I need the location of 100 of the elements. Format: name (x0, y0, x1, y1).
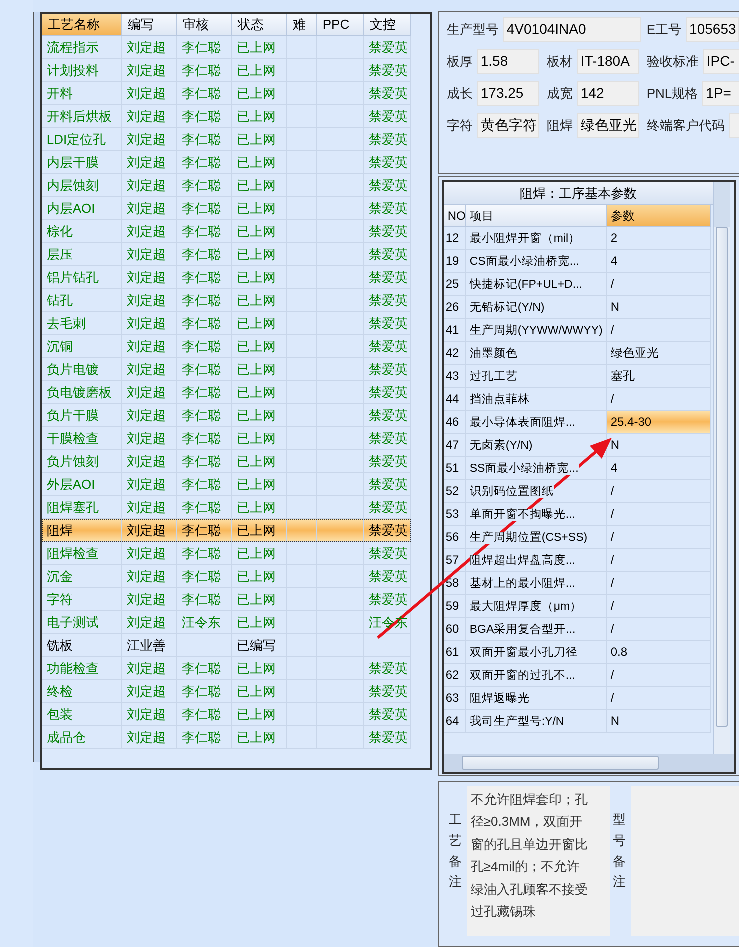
grid-row[interactable]: 电子测试 刘定超 汪令东 已上网 汪令东 (42, 611, 411, 634)
grid-row[interactable]: 功能检查 刘定超 李仁聪 已上网 禁爱英 (42, 657, 411, 680)
param-value[interactable]: 0.8 (606, 641, 711, 664)
column-header[interactable]: 文控 (364, 14, 411, 36)
grid-cell: 棕化 (46, 224, 73, 239)
column-header[interactable]: 工艺名称 (42, 14, 122, 36)
param-name: 阻焊返曝光 (470, 693, 530, 706)
param-value[interactable]: 25.4-30 (606, 411, 711, 434)
param-value[interactable]: N (606, 710, 711, 734)
column-header[interactable]: 参数 (606, 205, 711, 228)
param-value[interactable]: 塞孔 (606, 365, 711, 388)
grid-row[interactable]: 开料 刘定超 李仁聪 已上网 禁爱英 (42, 82, 411, 105)
text-field[interactable]: 105653 (686, 17, 739, 42)
grid-cell: 刘定超 (126, 615, 166, 630)
note-field[interactable]: 不允许阻焊套印；孔径≥0.3MM，双面开窗的孔且单边开窗比孔≥4mil的；不允许绿油入孔顾客不接受过孔藏锡珠 (466, 786, 610, 936)
grid-row[interactable]: LDI定位孔 刘定超 李仁聪 已上网 禁爱英 (42, 128, 411, 151)
grid-row[interactable]: 阻焊 刘定超 李仁聪 已上网 禁爱英 (42, 519, 411, 542)
param-value[interactable]: / (606, 480, 711, 504)
grid-cell: 已上网 (236, 362, 276, 377)
text-field[interactable]: 1P= (702, 81, 739, 106)
column-header[interactable]: 审核 (176, 14, 232, 36)
text-field[interactable]: IPC- (702, 49, 739, 74)
grid-row[interactable]: 负片蚀刻 刘定超 李仁聪 已上网 禁爱英 (42, 450, 411, 473)
grid-row[interactable]: 阻焊检查 刘定超 李仁聪 已上网 禁爱英 (42, 542, 411, 565)
grid-cell: 刘定超 (126, 40, 166, 55)
param-value[interactable]: / (606, 503, 711, 526)
grid-row[interactable]: 包装 刘定超 李仁聪 已上网 禁爱英 (42, 703, 411, 726)
text-field[interactable]: 1.58 (476, 49, 539, 74)
note-label: 型号备注 (612, 810, 626, 892)
column-header[interactable]: 项目 (466, 205, 607, 228)
column-header[interactable]: 编写 (122, 14, 177, 36)
grid-row[interactable]: 负片干膜 刘定超 李仁聪 已上网 禁爱英 (42, 404, 411, 427)
text-field[interactable]: 绿色亚光 (576, 113, 639, 138)
grid-cell: 刘定超 (126, 362, 166, 377)
grid-cell: 已上网 (236, 224, 276, 239)
grid-row[interactable]: 内层蚀刻 刘定超 李仁聪 已上网 禁爱英 (42, 174, 411, 197)
param-value[interactable]: / (606, 664, 711, 688)
grid-cell: 禁爱英 (368, 247, 408, 262)
grid-cell: 沉铜 (46, 339, 73, 354)
param-value[interactable]: / (606, 572, 711, 596)
param-value[interactable]: 2 (606, 227, 711, 250)
grid-row[interactable]: 终检 刘定超 李仁聪 已上网 禁爱英 (42, 680, 411, 703)
horizontal-scrollbar[interactable] (444, 754, 734, 772)
param-value[interactable]: / (606, 273, 711, 296)
grid-row[interactable]: 棕化 刘定超 李仁聪 已上网 禁爱英 (42, 220, 411, 243)
grid-cell: 已上网 (236, 431, 276, 446)
grid-cell: 已上网 (236, 661, 276, 676)
grid-row[interactable]: 负电镀磨板 刘定超 李仁聪 已上网 禁爱英 (42, 381, 411, 404)
grid-row[interactable]: 外层AOI 刘定超 李仁聪 已上网 禁爱英 (42, 473, 411, 496)
grid-row[interactable]: 负片电镀 刘定超 李仁聪 已上网 禁爱英 (42, 358, 411, 381)
grid-cell: 已上网 (236, 500, 276, 515)
param-value[interactable]: 4 (606, 250, 711, 274)
grid-cell: 李仁聪 (182, 132, 221, 147)
grid-row[interactable]: 层压 刘定超 李仁聪 已上网 禁爱英 (42, 243, 411, 266)
grid-cell: 李仁聪 (182, 408, 221, 423)
grid-row[interactable]: 流程指示 刘定超 李仁聪 已上网 禁爱英 (42, 36, 411, 59)
row-number: 25 (446, 277, 460, 292)
grid-cell: 刘定超 (126, 454, 166, 469)
text-field[interactable]: 4V0104INA0 (502, 17, 641, 42)
grid-row[interactable]: 计划投料 刘定超 李仁聪 已上网 禁爱英 (42, 59, 411, 82)
param-value[interactable]: / (606, 595, 711, 618)
param-value[interactable]: 4 (606, 457, 711, 480)
param-name: 过孔工艺 (470, 371, 518, 384)
grid-cell: 已上网 (236, 293, 276, 308)
column-header[interactable]: 难 (286, 14, 317, 36)
text-field[interactable]: 142 (576, 81, 639, 106)
grid-row[interactable]: 字符 刘定超 李仁聪 已上网 禁爱英 (42, 588, 411, 611)
row-number: 60 (446, 622, 460, 636)
grid-cell: 刘定超 (126, 385, 166, 400)
text-field[interactable]: 黄色字符 (476, 113, 539, 138)
param-value[interactable]: / (606, 687, 711, 710)
param-value[interactable]: / (606, 549, 711, 572)
param-value[interactable]: / (606, 526, 711, 550)
text-field[interactable]: 173.25 (476, 81, 539, 106)
grid-row[interactable]: 钻孔 刘定超 李仁聪 已上网 禁爱英 (42, 289, 411, 312)
grid-cell: 禁爱英 (368, 408, 408, 423)
param-value[interactable]: / (606, 618, 711, 642)
text-field[interactable]: IT-180A (576, 49, 639, 74)
grid-row[interactable]: 干膜检查 刘定超 李仁聪 已上网 禁爱英 (42, 427, 411, 450)
grid-row[interactable]: 去毛刺 刘定超 李仁聪 已上网 禁爱英 (42, 312, 411, 335)
field-label: 阻焊 (546, 117, 573, 136)
grid-row[interactable]: 铣板 江业善 已编写 (42, 634, 411, 657)
param-value[interactable]: 绿色亚光 (606, 342, 711, 366)
grid-row[interactable]: 成品仓 刘定超 李仁聪 已上网 禁爱英 (42, 726, 411, 749)
grid-cell: 禁爱英 (368, 155, 408, 170)
grid-row[interactable]: 沉铜 刘定超 李仁聪 已上网 禁爱英 (42, 335, 411, 358)
param-name: 快捷标记(FP+UL+D... (470, 279, 582, 292)
grid-row[interactable]: 内层AOI 刘定超 李仁聪 已上网 禁爱英 (42, 197, 411, 220)
grid-row[interactable]: 开料后烘板 刘定超 李仁聪 已上网 禁爱英 (42, 105, 411, 128)
vertical-scrollbar[interactable] (712, 182, 730, 754)
grid-row[interactable]: 沉金 刘定超 李仁聪 已上网 禁爱英 (42, 565, 411, 588)
param-value[interactable]: / (606, 319, 711, 342)
grid-row[interactable]: 内层干膜 刘定超 李仁聪 已上网 禁爱英 (42, 151, 411, 174)
column-header[interactable]: NO (444, 205, 466, 228)
grid-row[interactable]: 铝片钻孔 刘定超 李仁聪 已上网 禁爱英 (42, 266, 411, 289)
grid-cell: 李仁聪 (182, 477, 221, 492)
param-name: 单面开窗不掏曝光... (470, 509, 576, 522)
column-header[interactable]: 状态 (232, 14, 287, 36)
column-header[interactable]: PPC (316, 14, 364, 36)
param-value[interactable]: N (606, 296, 711, 320)
